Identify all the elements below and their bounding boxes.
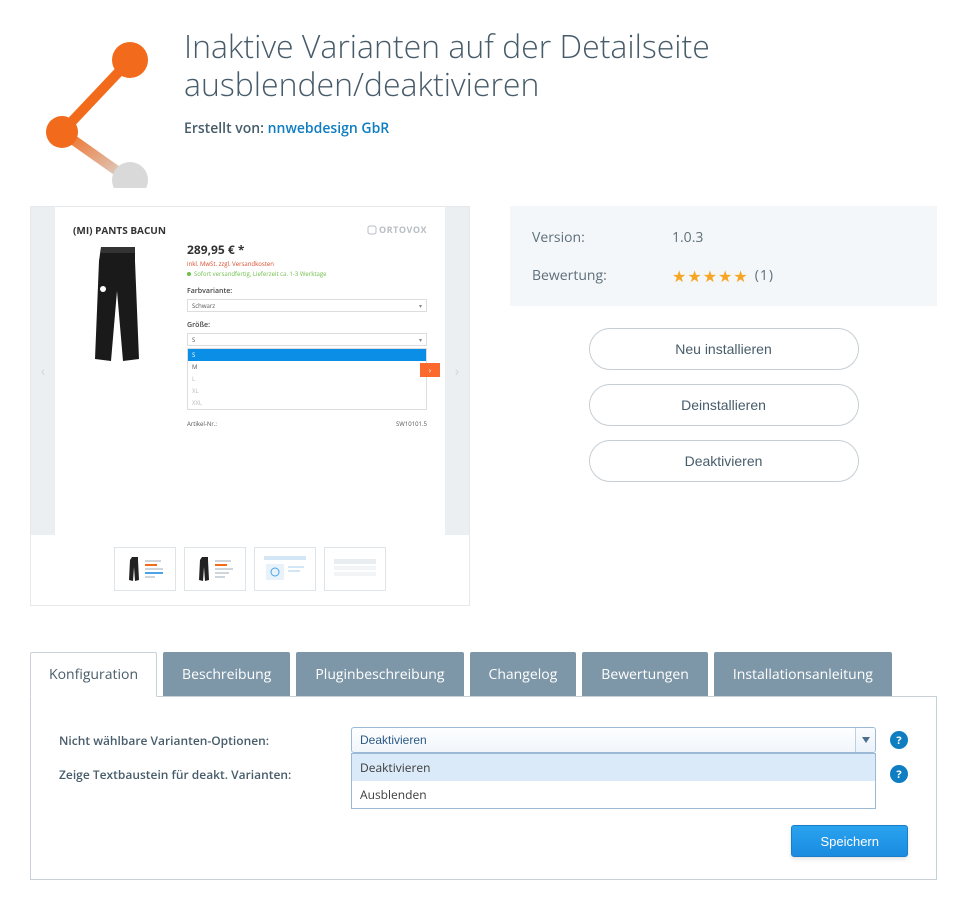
install-button[interactable]: Neu installieren: [589, 328, 859, 370]
thumbnail-4[interactable]: [324, 547, 386, 591]
preview-brand: ORTOVOX: [367, 223, 427, 236]
cart-icon[interactable]: ›: [420, 363, 440, 377]
field1-option-ausblenden[interactable]: Ausblenden: [352, 781, 875, 808]
preview-shipping: Sofort versandfertig, Lieferzeit ca. 1-3…: [187, 270, 427, 278]
tab-pluginbeschreibung[interactable]: Pluginbeschreibung: [296, 652, 463, 697]
rating-stars: ★★★★★(1): [672, 265, 774, 287]
plugin-logo: [30, 28, 160, 188]
tab-changelog[interactable]: Changelog: [470, 652, 577, 697]
preview-size-dropdown[interactable]: S M L XL XXL ›: [187, 348, 427, 410]
uninstall-button[interactable]: Deinstallieren: [589, 384, 859, 426]
deactivate-button[interactable]: Deaktivieren: [589, 440, 859, 482]
page-title: Inaktive Varianten auf der Detailseite a…: [184, 28, 937, 105]
field1-help-icon[interactable]: ?: [890, 731, 908, 749]
tab-beschreibung[interactable]: Beschreibung: [163, 652, 290, 697]
field1-dropdown-trigger[interactable]: [855, 728, 875, 752]
field1-input[interactable]: [351, 727, 876, 753]
preview-product-name: (MI) PANTS BACUN: [73, 223, 166, 237]
thumbnail-1[interactable]: [114, 547, 176, 591]
field1-combo[interactable]: Deaktivieren Ausblenden: [351, 727, 876, 753]
created-by: Erstellt von: nnwebdesign GbR: [184, 119, 937, 138]
info-table: Version: 1.0.3 Bewertung: ★★★★★(1): [510, 206, 937, 306]
field1-dropdown-list: Deaktivieren Ausblenden: [351, 753, 876, 809]
preview-size-select[interactable]: S▾: [187, 333, 427, 346]
field1-label: Nicht wählbare Varianten-Optionen:: [59, 732, 337, 749]
field2-help-icon[interactable]: ?: [890, 765, 908, 783]
tab-installationsanleitung[interactable]: Installationsanleitung: [714, 652, 892, 697]
rating-label: Bewertung:: [532, 266, 672, 285]
field1-option-deaktivieren[interactable]: Deaktivieren: [352, 754, 875, 781]
screenshot-preview: ‹ (MI) PANTS BACUN ORTOVOX: [30, 206, 470, 606]
preview-product-image: [73, 241, 163, 371]
tab-bewertungen[interactable]: Bewertungen: [582, 652, 708, 697]
preview-price: 289,95 € *: [187, 241, 427, 258]
preview-color-select[interactable]: Schwarz▾: [187, 299, 427, 312]
tabs: Konfiguration Beschreibung Pluginbeschre…: [30, 652, 937, 697]
preview-article-label: Artikel-Nr.:: [187, 420, 217, 428]
preview-color-label: Farbvariante:: [187, 287, 427, 296]
config-panel: Nicht wählbare Varianten-Optionen: Deakt…: [30, 696, 937, 880]
preview-article-value: SW10101.5: [396, 420, 427, 428]
tab-konfiguration[interactable]: Konfiguration: [30, 652, 157, 697]
prev-arrow[interactable]: ‹: [31, 207, 55, 535]
preview-size-label: Größe:: [187, 321, 427, 330]
next-arrow[interactable]: ›: [445, 207, 469, 535]
preview-price-note: inkl. MwSt. zzgl. Versandkosten: [187, 260, 427, 268]
version-value: 1.0.3: [672, 228, 915, 247]
thumbnail-3[interactable]: [254, 547, 316, 591]
save-button[interactable]: Speichern: [791, 825, 908, 857]
field2-label: Zeige Textbaustein für deakt. Varianten:: [59, 766, 337, 783]
thumbnail-2[interactable]: [184, 547, 246, 591]
version-label: Version:: [532, 228, 672, 247]
author-link[interactable]: nnwebdesign GbR: [268, 119, 390, 138]
